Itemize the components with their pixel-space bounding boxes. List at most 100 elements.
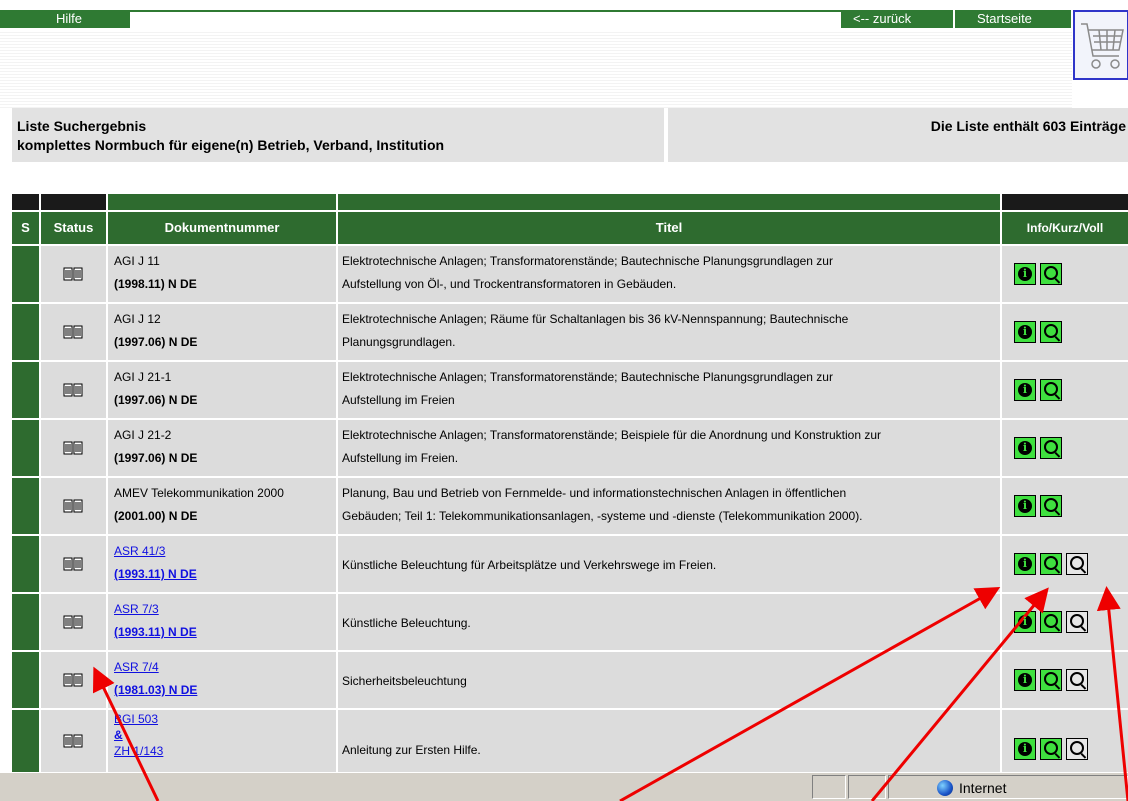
info-icon: i <box>1022 441 1028 454</box>
title-cell: Elektrotechnische Anlagen; Transformator… <box>338 420 1000 476</box>
document-link[interactable]: ASR 41/3 <box>114 544 165 558</box>
short-view-button[interactable] <box>1040 738 1062 760</box>
help-link[interactable]: Hilfe <box>0 10 130 28</box>
info-icon: i <box>1022 742 1028 755</box>
short-view-button[interactable] <box>1040 553 1062 575</box>
info-button[interactable]: i <box>1014 553 1036 575</box>
selection-cell[interactable] <box>12 246 39 302</box>
title-cell: Elektrotechnische Anlagen; Transformator… <box>338 246 1000 302</box>
magnifier-icon <box>1070 556 1084 570</box>
info-icon: i <box>1022 325 1028 338</box>
book-status-icon <box>63 441 83 455</box>
document-link[interactable]: BGI 503 <box>114 712 158 726</box>
shopping-cart-icon[interactable] <box>1073 10 1128 80</box>
short-view-button[interactable] <box>1040 611 1062 633</box>
document-link[interactable]: ASR 7/3 <box>114 602 159 616</box>
document-title: Planungsgrundlagen. <box>342 335 456 349</box>
home-link[interactable]: Startseite <box>955 10 1071 28</box>
info-icon: i <box>1022 267 1028 280</box>
document-title: Elektrotechnische Anlagen; Transformator… <box>342 370 833 384</box>
info-button[interactable]: i <box>1014 263 1036 285</box>
short-view-button[interactable] <box>1040 379 1062 401</box>
title-cell: Planung, Bau und Betrieb von Fernmelde- … <box>338 478 1000 534</box>
full-view-button[interactable] <box>1066 611 1088 633</box>
info-button[interactable]: i <box>1014 321 1036 343</box>
info-button[interactable]: i <box>1014 611 1036 633</box>
action-cell: i <box>1002 246 1128 302</box>
document-link[interactable]: ZH 1/143 <box>114 744 163 758</box>
selection-cell[interactable] <box>12 710 39 772</box>
magnifier-icon <box>1044 741 1058 755</box>
short-view-button[interactable] <box>1040 437 1062 459</box>
document-link[interactable]: ASR 7/4 <box>114 660 159 674</box>
selection-cell[interactable] <box>12 594 39 650</box>
info-icon: i <box>1022 557 1028 570</box>
selection-cell[interactable] <box>12 304 39 360</box>
magnifier-icon <box>1044 556 1058 570</box>
magnifier-icon <box>1044 440 1058 454</box>
page-title: Liste Suchergebnis <box>17 118 147 134</box>
table-row: ASR 7/4 (1981.03) N DE Sicherheitsbeleucht… <box>12 652 1128 708</box>
magnifier-icon <box>1044 498 1058 512</box>
document-title: Gebäuden; Teil 1: Telekommunikationsanla… <box>342 509 863 523</box>
magnifier-icon <box>1044 382 1058 396</box>
document-title: Künstliche Beleuchtung für Arbeitsplätze… <box>342 558 717 572</box>
short-view-button[interactable] <box>1040 495 1062 517</box>
selection-cell[interactable] <box>12 652 39 708</box>
document-number-cell: ASR 41/3 (1993.11) N DE <box>108 536 336 592</box>
document-link[interactable]: & <box>114 728 123 742</box>
edition-link[interactable]: (1993.11) N DE <box>114 625 197 639</box>
short-view-button[interactable] <box>1040 263 1062 285</box>
action-cell: i <box>1002 304 1128 360</box>
status-cell <box>41 420 106 476</box>
info-button[interactable]: i <box>1014 669 1036 691</box>
short-view-button[interactable] <box>1040 321 1062 343</box>
edition-link[interactable]: (1993.11) N DE <box>114 567 197 581</box>
info-icon: i <box>1022 383 1028 396</box>
book-status-icon <box>63 615 83 629</box>
document-title: Sicherheitsbeleuchtung <box>342 674 467 688</box>
selection-cell[interactable] <box>12 536 39 592</box>
document-title: Aufstellung von Öl-, und Trockentransfor… <box>342 277 677 291</box>
column-header-title: Titel <box>338 212 1000 244</box>
document-edition: (2001.00) N DE <box>114 509 198 523</box>
status-cell <box>41 652 106 708</box>
full-view-button[interactable] <box>1066 669 1088 691</box>
action-cell: i <box>1002 710 1128 772</box>
title-cell: Anleitung zur Ersten Hilfe. <box>338 710 1000 772</box>
short-view-button[interactable] <box>1040 669 1062 691</box>
action-cell: i <box>1002 652 1128 708</box>
magnifier-icon <box>1070 672 1084 686</box>
full-view-button[interactable] <box>1066 738 1088 760</box>
column-header-status: Status <box>41 212 106 244</box>
magnifier-icon <box>1044 266 1058 280</box>
status-cell <box>41 246 106 302</box>
edition-link[interactable]: (1981.03) N DE <box>114 683 197 697</box>
table-row: AGI J 11 (1998.11) N DE Elektrotechnische … <box>12 246 1128 302</box>
info-button[interactable]: i <box>1014 738 1036 760</box>
document-number-cell: AGI J 11 (1998.11) N DE <box>108 246 336 302</box>
back-link[interactable]: <-- zurück <box>841 10 953 28</box>
document-title: Anleitung zur Ersten Hilfe. <box>342 743 481 757</box>
full-view-button[interactable] <box>1066 553 1088 575</box>
magnifier-icon <box>1044 672 1058 686</box>
action-cell: i <box>1002 478 1128 534</box>
document-title: Elektrotechnische Anlagen; Transformator… <box>342 254 833 268</box>
book-status-icon <box>63 383 83 397</box>
info-button[interactable]: i <box>1014 379 1036 401</box>
column-header-document-number: Dokumentnummer <box>108 212 336 244</box>
document-title: Elektrotechnische Anlagen; Transformator… <box>342 428 881 442</box>
table-row: AGI J 12 (1997.06) N DE Elektrotechnische … <box>12 304 1128 360</box>
table-row: AGI J 21-1 (1997.06) N DE Elektrotechnisch… <box>12 362 1128 418</box>
selection-cell[interactable] <box>12 420 39 476</box>
info-button[interactable]: i <box>1014 437 1036 459</box>
info-button[interactable]: i <box>1014 495 1036 517</box>
document-number-cell: ASR 7/3 (1993.11) N DE <box>108 594 336 650</box>
status-cell <box>41 304 106 360</box>
title-cell: Künstliche Beleuchtung. <box>338 594 1000 650</box>
document-number: AGI J 21-1 <box>114 370 172 384</box>
selection-cell[interactable] <box>12 478 39 534</box>
status-cell <box>41 478 106 534</box>
selection-cell[interactable] <box>12 362 39 418</box>
nav-divider <box>130 10 841 12</box>
